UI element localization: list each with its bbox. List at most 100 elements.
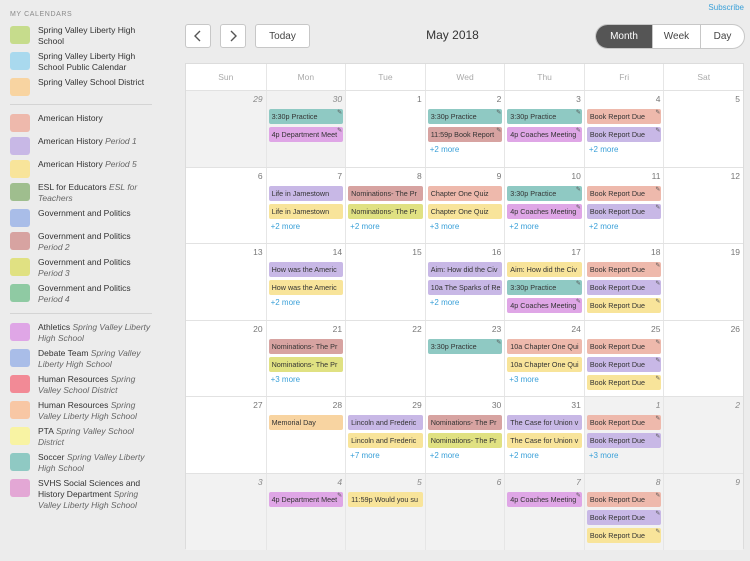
- calendar-item[interactable]: Human Resources Spring Valley School Dis…: [10, 374, 162, 396]
- event-chip[interactable]: Book Report Due ✎: [586, 356, 662, 372]
- day-cell[interactable]: 7 4p Coaches Meeting ✎: [504, 473, 584, 550]
- event-chip[interactable]: Book Report Due ✎: [586, 338, 662, 354]
- calendar-color-swatch[interactable]: [10, 26, 30, 44]
- more-events-link[interactable]: +3 more: [271, 375, 346, 384]
- day-cell[interactable]: 5: [663, 91, 743, 167]
- calendar-item[interactable]: Athletics Spring Valley Liberty High Sch…: [10, 322, 162, 344]
- more-events-link[interactable]: +2 more: [430, 145, 505, 154]
- event-chip[interactable]: 4p Coaches Meeting ✎: [507, 127, 582, 142]
- calendar-item[interactable]: Government and Politics: [10, 208, 162, 227]
- day-cell[interactable]: 19: [663, 244, 743, 320]
- event-chip[interactable]: Nominations- The Pr: [268, 356, 344, 372]
- day-cell[interactable]: 22: [345, 320, 425, 396]
- event-chip[interactable]: 4p Department Meet ✎: [268, 127, 344, 142]
- view-month-button[interactable]: Month: [596, 25, 652, 48]
- day-cell[interactable]: 26: [663, 320, 743, 396]
- day-cell[interactable]: 14 How was the Americ How was the Americ +2…: [265, 244, 346, 320]
- day-cell[interactable]: 18 Book Report Due ✎ Book Report Due ✎ Book R…: [583, 244, 664, 320]
- day-cell[interactable]: 25 Book Report Due ✎ Book Report Due ✎ Book R…: [583, 320, 664, 396]
- more-events-link[interactable]: +2 more: [430, 451, 505, 460]
- more-events-link[interactable]: +2 more: [430, 298, 505, 307]
- event-chip[interactable]: Lincoln and Frederic: [348, 415, 423, 430]
- event-chip[interactable]: 10a Chapter One Qui: [507, 356, 582, 372]
- day-cell[interactable]: 4 Book Report Due ✎ Book Report Due ✎ +2 more: [583, 91, 664, 167]
- more-events-link[interactable]: +7 more: [350, 451, 425, 460]
- day-cell[interactable]: 1 Book Report Due ✎ Book Report Due ✎ +3 more: [583, 397, 664, 473]
- day-cell[interactable]: 4 4p Department Meet ✎: [265, 473, 346, 550]
- event-chip[interactable]: Book Report Due ✎: [586, 127, 662, 142]
- event-chip[interactable]: Book Report Due ✎: [586, 262, 662, 277]
- day-cell[interactable]: 3 3:30p Practice ✎ 4p Coaches Meeting ✎: [504, 91, 584, 167]
- event-chip[interactable]: Aim: How did the Civ: [427, 262, 503, 277]
- calendar-color-swatch[interactable]: [10, 209, 30, 227]
- more-events-link[interactable]: +2 more: [350, 222, 425, 231]
- event-chip[interactable]: Chapter One Quiz: [427, 203, 503, 219]
- calendar-item[interactable]: American History Period 5: [10, 159, 162, 178]
- day-cell[interactable]: 30 Nominations- The Pr Nominations- The Pr…: [424, 397, 505, 473]
- calendar-item[interactable]: Spring Valley Liberty High School Public…: [10, 51, 162, 73]
- event-chip[interactable]: Book Report Due ✎: [586, 203, 662, 219]
- calendar-color-swatch[interactable]: [10, 114, 30, 132]
- event-chip[interactable]: Book Report Due ✎: [586, 185, 662, 201]
- next-month-button[interactable]: [220, 24, 246, 48]
- day-cell[interactable]: 8 Nominations- The Pr Nominations- The Pr +…: [345, 167, 425, 243]
- calendar-item[interactable]: Spring Valley Liberty High School: [10, 25, 162, 47]
- calendar-color-swatch[interactable]: [10, 160, 30, 178]
- day-cell[interactable]: 1: [345, 91, 425, 167]
- event-chip[interactable]: 3:30p Practice ✎: [427, 109, 503, 124]
- event-chip[interactable]: Book Report Due ✎: [586, 374, 662, 390]
- event-chip[interactable]: 3:30p Practice ✎: [507, 109, 582, 124]
- event-chip[interactable]: Book Report Due ✎: [586, 491, 662, 507]
- subscribe-link[interactable]: Subscribe: [708, 3, 744, 12]
- event-chip[interactable]: Nominations- The Pr: [268, 338, 344, 354]
- day-cell[interactable]: 6: [186, 168, 266, 244]
- day-cell[interactable]: 6: [424, 473, 505, 550]
- event-chip[interactable]: 10a Chapter One Qui: [507, 338, 582, 354]
- day-cell[interactable]: 2: [663, 397, 744, 473]
- event-chip[interactable]: Lincoln and Frederic: [348, 433, 423, 448]
- calendar-item[interactable]: Spring Valley School District: [10, 77, 162, 96]
- event-chip[interactable]: Book Report Due ✎: [586, 415, 662, 430]
- calendar-color-swatch[interactable]: [10, 427, 30, 445]
- calendar-color-swatch[interactable]: [10, 183, 30, 201]
- calendar-color-swatch[interactable]: [10, 137, 30, 155]
- day-cell[interactable]: 8 Book Report Due ✎ Book Report Due ✎ Book Re…: [583, 473, 664, 550]
- event-chip[interactable]: Book Report Due ✎: [586, 280, 662, 295]
- day-cell[interactable]: 9 Chapter One Quiz Chapter One Quiz +3 more: [424, 167, 505, 243]
- event-chip[interactable]: Book Report Due ✎: [586, 298, 662, 313]
- event-chip[interactable]: Book Report Due ✎: [586, 109, 662, 124]
- calendar-color-swatch[interactable]: [10, 78, 30, 96]
- more-events-link[interactable]: +3 more: [589, 451, 664, 460]
- calendar-color-swatch[interactable]: [10, 258, 30, 276]
- more-events-link[interactable]: +3 more: [509, 375, 584, 384]
- event-chip[interactable]: 3:30p Practice ✎: [507, 185, 582, 201]
- more-events-link[interactable]: +3 more: [430, 222, 505, 231]
- day-cell[interactable]: 13: [186, 244, 266, 320]
- event-chip[interactable]: 4p Coaches Meeting ✎: [507, 298, 582, 313]
- more-events-link[interactable]: +2 more: [271, 222, 346, 231]
- event-chip[interactable]: Nominations- The Pr: [348, 185, 423, 201]
- event-chip[interactable]: 3:30p Practice ✎: [507, 280, 582, 295]
- day-cell[interactable]: 15: [345, 244, 425, 320]
- event-chip[interactable]: Book Report Due ✎: [586, 527, 662, 543]
- today-button[interactable]: Today: [255, 24, 310, 48]
- event-chip[interactable]: How was the Americ: [268, 262, 344, 277]
- event-chip[interactable]: 3:30p Practice ✎: [268, 109, 344, 124]
- more-events-link[interactable]: +2 more: [509, 451, 584, 460]
- day-cell[interactable]: 31 The Case for Union v The Case for Union…: [504, 397, 584, 473]
- event-chip[interactable]: The Case for Union v: [507, 433, 582, 448]
- day-cell[interactable]: 5 11:59p Would you su: [345, 473, 425, 550]
- day-cell[interactable]: 11 Book Report Due ✎ Book Report Due ✎ +2 mor…: [583, 167, 664, 243]
- day-cell[interactable]: 10 3:30p Practice ✎ 4p Coaches Meeting ✎ +2 m…: [504, 167, 584, 243]
- event-chip[interactable]: Book Report Due ✎: [586, 509, 662, 525]
- event-chip[interactable]: How was the Americ: [268, 280, 344, 295]
- day-cell[interactable]: 23 3:30p Practice ✎: [424, 320, 505, 396]
- event-chip[interactable]: 11:59p Book Report ✎: [427, 127, 503, 142]
- calendar-item[interactable]: Soccer Spring Valley Liberty High School: [10, 452, 162, 474]
- event-chip[interactable]: 4p Coaches Meeting ✎: [507, 203, 582, 219]
- event-chip[interactable]: Nominations- The Pr: [427, 433, 503, 448]
- event-chip[interactable]: Nominations- The Pr: [427, 415, 503, 430]
- day-cell[interactable]: 29: [186, 91, 266, 167]
- calendar-color-swatch[interactable]: [10, 479, 30, 497]
- day-cell[interactable]: 30 3:30p Practice ✎ 4p Department Meet ✎: [265, 91, 346, 167]
